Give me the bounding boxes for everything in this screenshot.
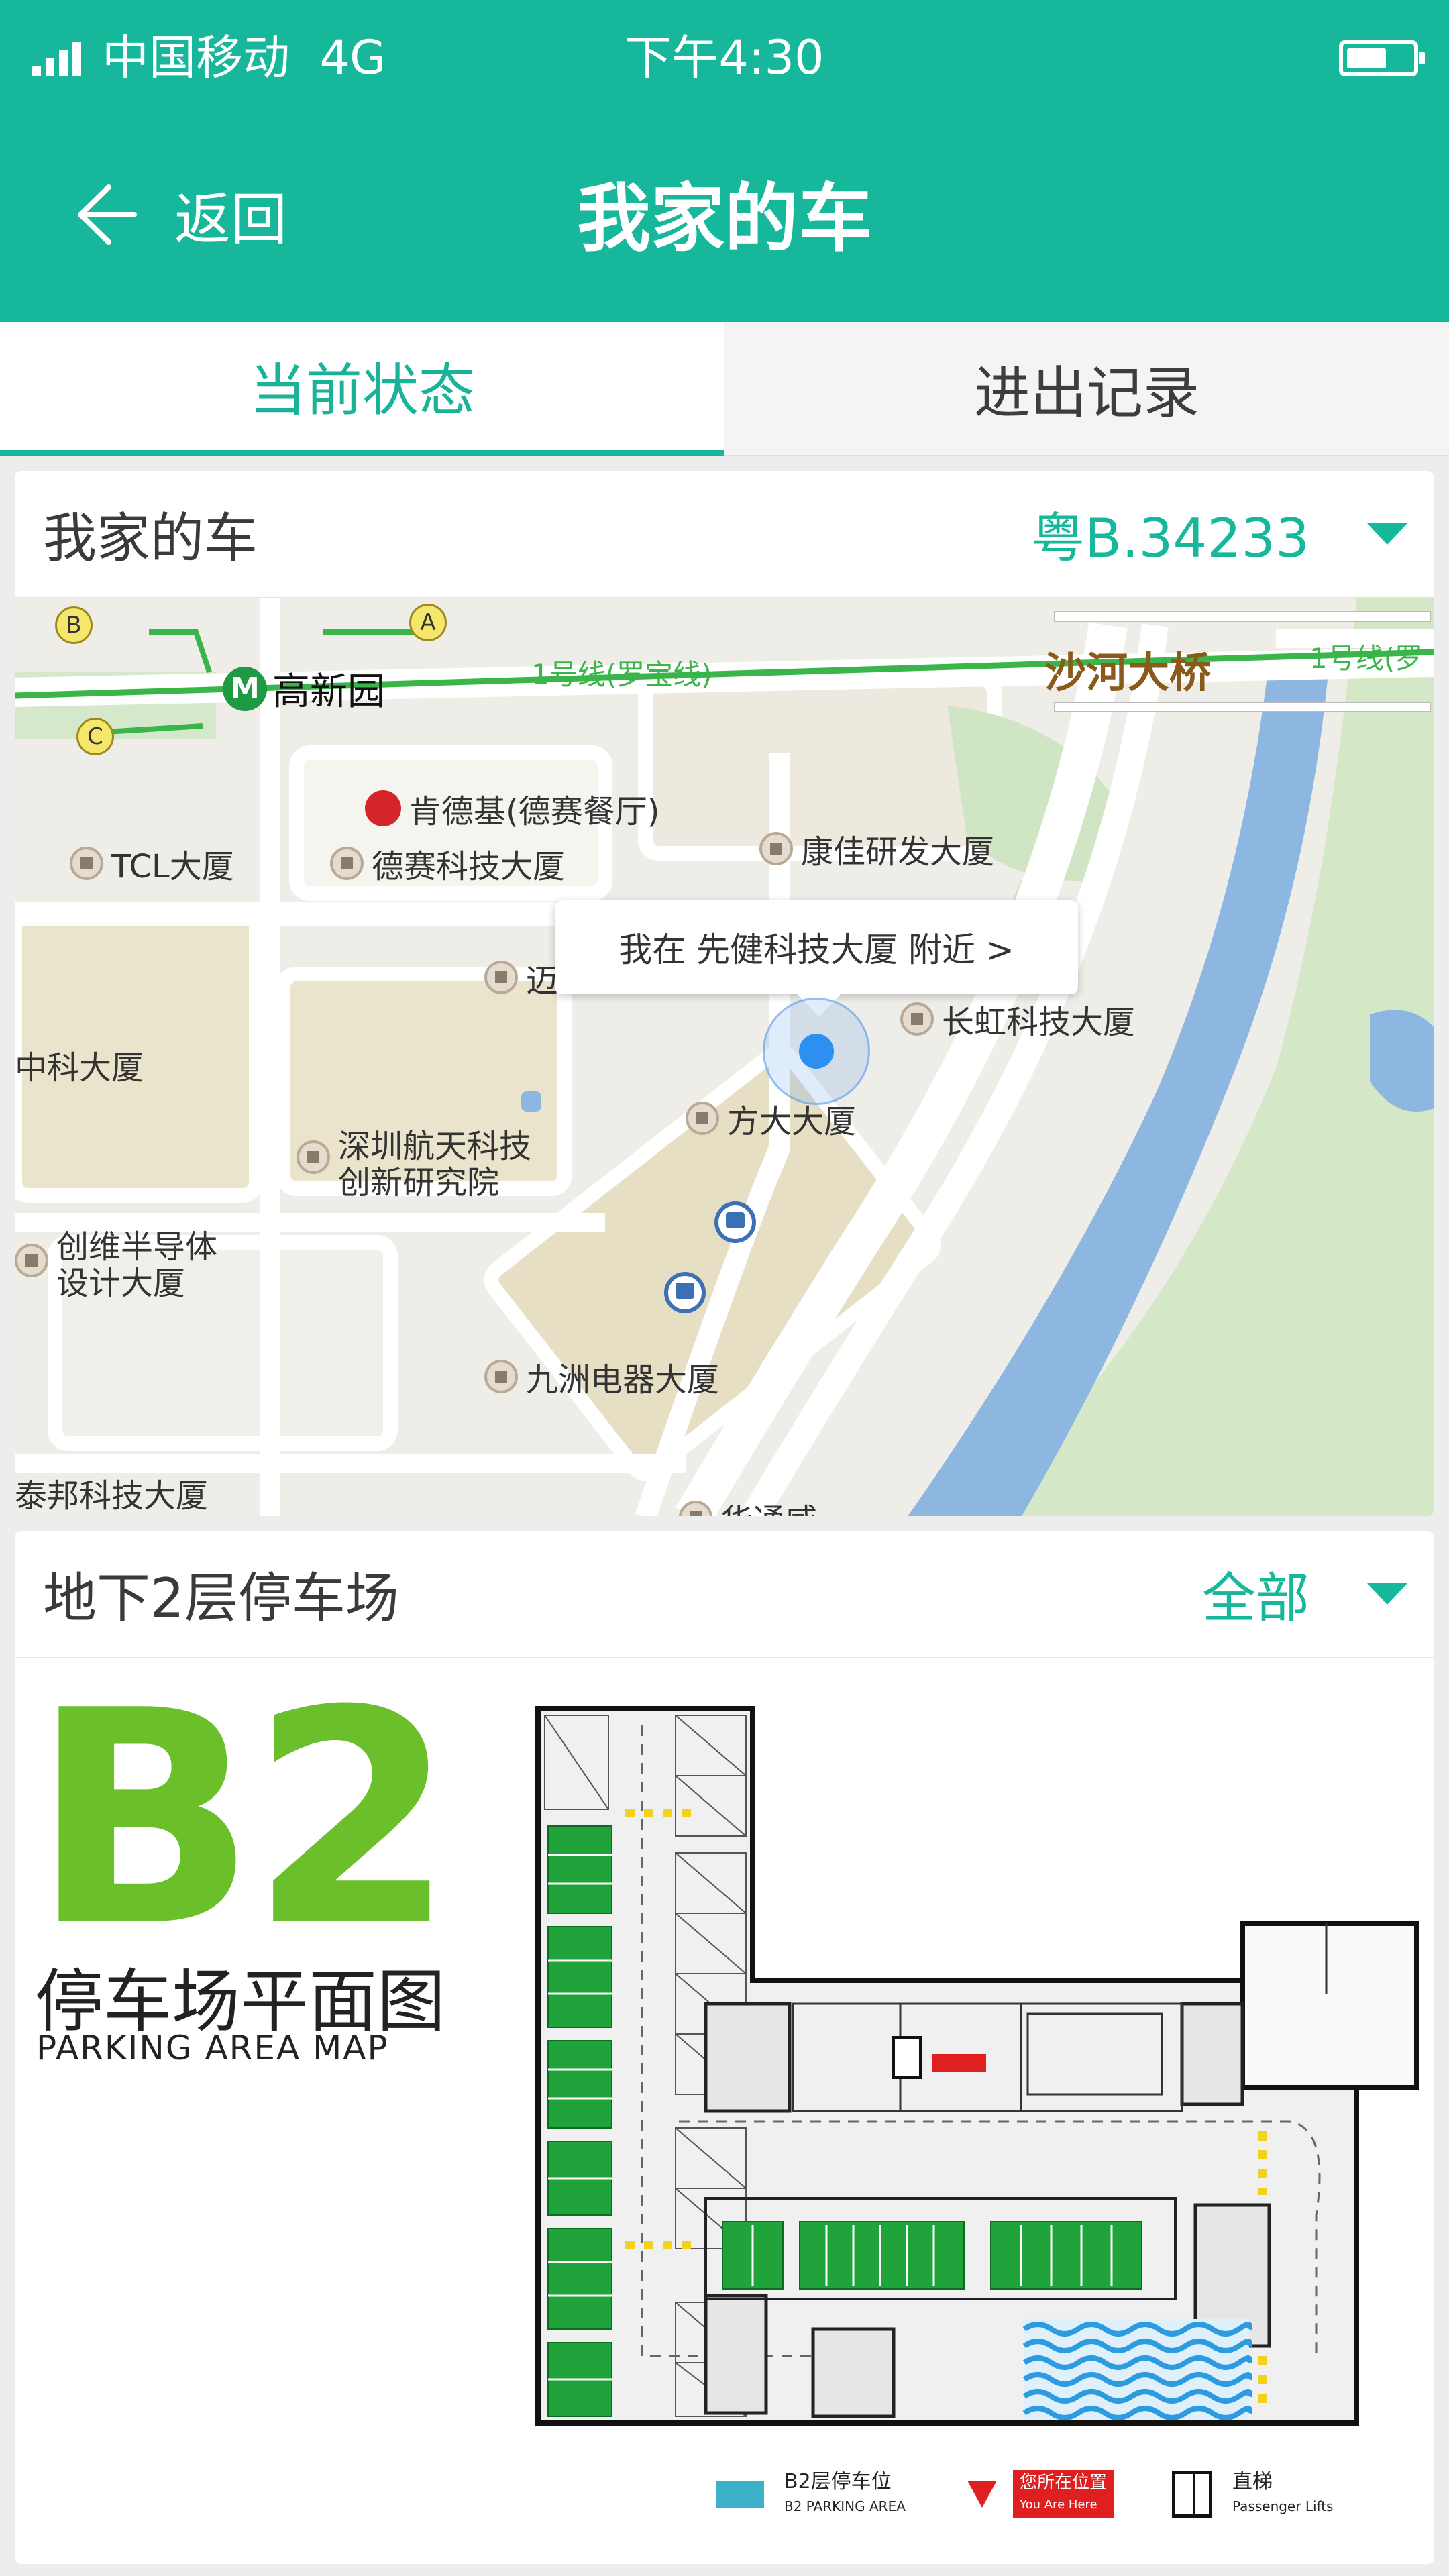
building-icon (900, 1002, 934, 1036)
floor-plan-drawing[interactable] (15, 1658, 1434, 2463)
parking-swatch-icon (716, 2481, 764, 2508)
poi-kangjia[interactable]: 康佳研发大厦 (759, 825, 994, 872)
bridge-label: 沙河大桥 (1044, 648, 1212, 697)
metro-station-name: 高新园 (272, 670, 385, 714)
poi-chuangwei[interactable]: 创维半导体 设计大厦 (15, 1229, 217, 1301)
parking-plan: B2 停车场平面图 PARKING AREA MAP B2层停车位 B2 PAR… (15, 1658, 1434, 2557)
car-card-header: 我家的车 粤B.34233 (15, 471, 1434, 598)
battery-icon (1339, 40, 1425, 76)
tab-entry-exit-records[interactable]: 进出记录 (724, 322, 1449, 456)
poi-changhong[interactable]: 长虹科技大厦 (900, 996, 1135, 1042)
car-card-label: 我家的车 (43, 507, 258, 570)
legend-you-are-here: 您所在位置 You Are Here (967, 2470, 1114, 2518)
metro-line-label: 1号线(罗宝线) (531, 658, 712, 691)
building-icon (330, 847, 364, 880)
parking-card-header: 地下2层停车场 全部 (15, 1531, 1434, 1658)
building-icon (759, 832, 793, 865)
status-bar: 中国移动 4G 下午4:30 (0, 0, 1449, 114)
exit-a-marker: A (409, 604, 447, 641)
parking-filter-selector[interactable]: 全部 (1202, 1555, 1407, 1633)
exit-b-marker: B (55, 606, 93, 644)
legend-lift: 直梯 Passenger Lifts (1172, 2470, 1333, 2518)
poi-aerospace[interactable]: 深圳航天科技 创新研究院 (297, 1128, 531, 1201)
map-background (15, 598, 1434, 1516)
nav-bar: 返回 我家的车 (0, 114, 1449, 322)
parking-card: 地下2层停车场 全部 B2 停车场平面图 PARKING AREA MAP B2… (15, 1531, 1434, 2564)
metro-line-label-2: 1号线(罗 (1309, 642, 1424, 675)
tab-bar: 当前状态 进出记录 (0, 322, 1449, 456)
building-icon (484, 1360, 518, 1393)
plate-selector[interactable]: 粤B.34233 (1031, 495, 1407, 573)
building-icon (15, 1244, 48, 1277)
building-icon (679, 1501, 712, 1516)
dropdown-arrow-icon (1367, 1583, 1407, 1605)
poi-desai[interactable]: 德赛科技大厦 (330, 840, 565, 887)
poi-zhongke[interactable]: 中科大厦 (15, 1041, 144, 1088)
poi-tcl[interactable]: TCL大厦 (70, 840, 234, 887)
poi-huatong[interactable]: 华通威 (679, 1494, 817, 1516)
page-title: 我家的车 (577, 176, 872, 262)
legend-parking: B2层停车位 B2 PARKING AREA (716, 2470, 906, 2518)
building-icon (484, 961, 518, 994)
building-icon (70, 847, 103, 880)
current-location-marker (799, 1034, 834, 1069)
tab-current-status[interactable]: 当前状态 (0, 322, 724, 456)
plate-number: 粤B.34233 (1031, 507, 1309, 570)
clock: 下午4:30 (625, 30, 824, 85)
metro-icon: M (223, 666, 267, 711)
poi-mai[interactable]: 迈 (484, 954, 558, 1001)
building-icon (297, 1140, 330, 1174)
dropdown-arrow-icon (1367, 523, 1407, 545)
map-view[interactable]: M 高新园 1号线(罗宝线) 1号线(罗 沙河大桥 B A C 肯德基(德赛餐厅… (15, 598, 1434, 1516)
metro-station[interactable]: M 高新园 (223, 661, 385, 716)
location-pin-icon (967, 2480, 997, 2508)
parking-filter-value: 全部 (1202, 1567, 1309, 1629)
car-location-card: 我家的车 粤B.34233 M 高新园 1号线(罗宝线) 1号线(罗 沙河大桥 … (15, 471, 1434, 1516)
building-icon (686, 1102, 719, 1135)
elevator-icon (1172, 2471, 1212, 2518)
poi-jiuzhou[interactable]: 九洲电器大厦 (484, 1353, 719, 1400)
parking-floor-label: 地下2层停车场 (43, 1567, 399, 1629)
exit-c-marker: C (76, 718, 114, 755)
kfc-icon (365, 790, 401, 826)
poi-kfc[interactable]: 肯德基(德赛餐厅) (365, 785, 659, 832)
poi-taibang[interactable]: 泰邦科技大厦 (15, 1469, 208, 1516)
location-callout[interactable]: 我在 先健科技大厦 附近 > (555, 900, 1078, 1017)
